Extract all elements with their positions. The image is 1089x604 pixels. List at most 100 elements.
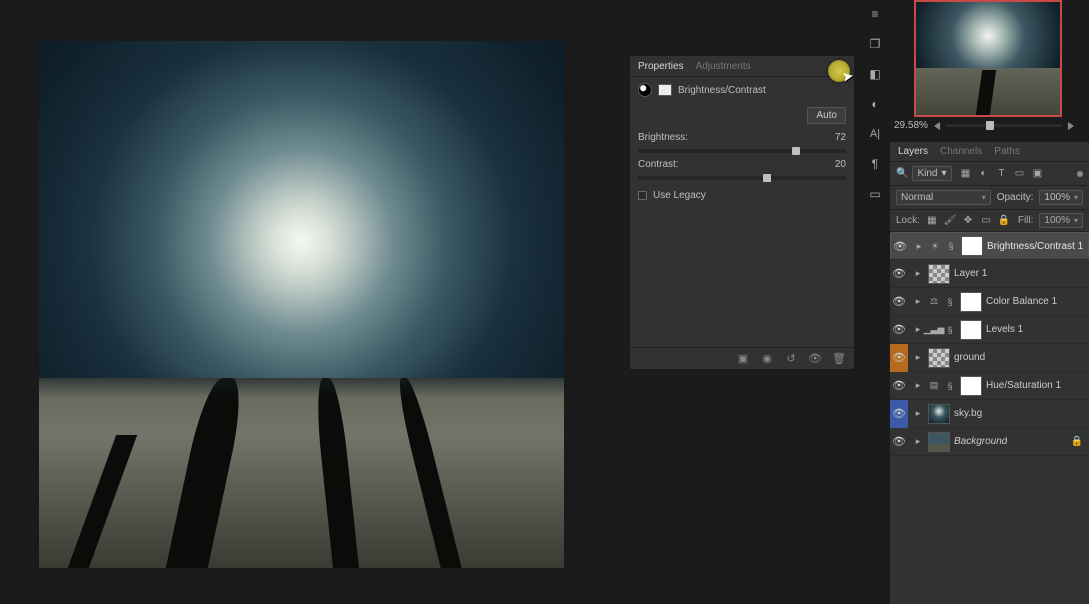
layer-name[interactable]: Layer 1 <box>954 268 987 279</box>
layer-thumbnail[interactable] <box>928 432 950 452</box>
zoom-out-icon[interactable] <box>934 122 940 130</box>
contrast-value[interactable]: 20 <box>835 159 846 170</box>
tab-adjustments[interactable]: Adjustments <box>696 61 751 72</box>
clip-to-layer-icon[interactable]: ▣ <box>736 352 750 366</box>
layer-name[interactable]: sky.bg <box>954 408 982 419</box>
expand-icon[interactable]: ▸ <box>912 352 924 364</box>
character-icon[interactable]: A| <box>867 126 883 142</box>
tab-properties[interactable]: Properties <box>638 61 684 72</box>
filter-kind-select[interactable]: Kind ▾ <box>912 166 951 181</box>
filter-pixel-icon[interactable]: ▦ <box>960 168 972 180</box>
fill-select[interactable]: 100% ▾ <box>1039 213 1083 228</box>
opacity-select[interactable]: 100% ▾ <box>1039 190 1083 205</box>
lock-transparency-icon[interactable]: ▦ <box>926 215 938 227</box>
layer-mask-thumb[interactable] <box>960 292 982 312</box>
link-icon[interactable]: § <box>944 324 956 336</box>
lock-label: Lock: <box>896 215 920 226</box>
link-icon[interactable]: § <box>944 296 956 308</box>
delete-adjustment-icon[interactable]: 🗑 <box>832 352 846 366</box>
reset-icon[interactable]: ↺ <box>784 352 798 366</box>
layer-name[interactable]: Background <box>954 436 1007 447</box>
visibility-eye-icon[interactable]: 👁 <box>892 323 906 336</box>
zoom-slider-thumb[interactable] <box>986 121 994 130</box>
libraries-icon[interactable]: ◧ <box>867 66 883 82</box>
layer-mask-thumb[interactable] <box>961 236 983 256</box>
layer-row[interactable]: 👁▸⚖§Color Balance 1 <box>890 288 1089 316</box>
filter-kind-label: Kind <box>917 168 937 179</box>
visibility-eye-icon[interactable]: 👁 <box>893 240 907 253</box>
fill-label: Fill: <box>1018 215 1034 226</box>
expand-icon[interactable]: ▸ <box>912 408 924 420</box>
visibility-eye-icon[interactable]: 👁 <box>892 407 906 420</box>
swatches-icon[interactable]: ◐ <box>867 96 883 112</box>
layer-thumbnail[interactable] <box>928 264 950 284</box>
collapsed-panel-strip: ≡ ❐ ◧ ◐ A| ¶ ▭ <box>864 0 886 202</box>
expand-icon[interactable]: ▸ <box>912 380 924 392</box>
layer-name[interactable]: Color Balance 1 <box>986 296 1057 307</box>
filter-smart-icon[interactable]: ▣ <box>1032 168 1044 180</box>
filter-toggle-icon[interactable] <box>1077 171 1083 177</box>
navigator-preview[interactable] <box>914 0 1062 117</box>
use-legacy-checkbox[interactable] <box>638 191 647 200</box>
layer-row[interactable]: 👁 ▸ sky.bg <box>890 400 1089 428</box>
layer-thumbnail[interactable] <box>928 348 950 368</box>
lock-artboard-icon[interactable]: ▭ <box>980 215 992 227</box>
zoom-slider[interactable] <box>946 124 1062 127</box>
layer-row[interactable]: 👁 ▸ ▁▃▅ § Levels 1 <box>890 316 1089 344</box>
layer-row[interactable]: 👁 ▸ Layer 1 <box>890 260 1089 288</box>
layer-row[interactable]: 👁▸Background🔒 <box>890 428 1089 456</box>
adjustment-type-icon: ▁▃▅ <box>928 324 940 336</box>
filter-type-icon[interactable]: T <box>996 168 1008 180</box>
layer-mask-thumb[interactable] <box>658 84 672 96</box>
document-canvas[interactable] <box>39 41 564 568</box>
contrast-slider[interactable] <box>638 176 846 180</box>
visibility-eye-icon[interactable]: 👁 <box>892 267 906 280</box>
view-previous-icon[interactable]: ◉ <box>760 352 774 366</box>
blend-mode-select[interactable]: Normal ▾ <box>896 190 991 205</box>
expand-icon[interactable]: ▸ <box>912 268 924 280</box>
expand-icon[interactable]: ▸ <box>912 296 924 308</box>
tab-layers[interactable]: Layers <box>898 146 928 157</box>
filter-shape-icon[interactable]: ▭ <box>1014 168 1026 180</box>
layer-row[interactable]: 👁▸▤§Hue/Saturation 1 <box>890 372 1089 400</box>
lock-pixels-icon[interactable]: 🖌 <box>944 215 956 227</box>
link-icon[interactable]: § <box>944 380 956 392</box>
layer-name[interactable]: ground <box>954 352 985 363</box>
tab-paths[interactable]: Paths <box>994 146 1020 157</box>
contrast-slider-thumb[interactable] <box>763 174 771 182</box>
lock-all-icon[interactable]: 🔒 <box>998 215 1010 227</box>
expand-icon[interactable]: ▸ <box>912 436 924 448</box>
auto-button[interactable]: Auto <box>807 107 846 124</box>
brightness-slider[interactable] <box>638 149 846 153</box>
layer-name[interactable]: Levels 1 <box>986 324 1023 335</box>
cursor-arrow-icon: ➤ <box>841 67 856 86</box>
layer-name[interactable]: Hue/Saturation 1 <box>986 380 1061 391</box>
paragraph-icon[interactable]: ¶ <box>867 156 883 172</box>
zoom-in-icon[interactable] <box>1068 122 1074 130</box>
adjustments-icon[interactable]: ≡ <box>867 6 883 22</box>
layer-row[interactable]: 👁▸☀§Brightness/Contrast 1 <box>890 232 1089 260</box>
expand-icon[interactable]: ▸ <box>913 240 925 252</box>
toggle-visibility-icon[interactable]: 👁 <box>808 352 822 366</box>
layer-row[interactable]: 👁 ▸ ground <box>890 344 1089 372</box>
layer-thumbnail[interactable] <box>928 404 950 424</box>
link-icon[interactable]: § <box>945 240 957 252</box>
layer-mask-thumb[interactable] <box>960 320 982 340</box>
brightness-value[interactable]: 72 <box>835 132 846 143</box>
expand-icon[interactable]: ▸ <box>912 324 924 336</box>
visibility-eye-icon[interactable]: 👁 <box>892 435 906 448</box>
3d-icon[interactable]: ❐ <box>867 36 883 52</box>
visibility-eye-icon[interactable]: 👁 <box>892 351 906 364</box>
lock-position-icon[interactable]: ✥ <box>962 215 974 227</box>
layer-name[interactable]: Brightness/Contrast 1 <box>987 241 1083 252</box>
layer-list: 👁▸☀§Brightness/Contrast 1👁▸Layer 1👁▸⚖§Co… <box>890 232 1089 604</box>
zoom-percent[interactable]: 29.58% <box>894 120 928 131</box>
visibility-eye-icon[interactable]: 👁 <box>892 379 906 392</box>
more-icon[interactable]: ▭ <box>867 186 883 202</box>
filter-adjustment-icon[interactable]: ◐ <box>978 168 990 180</box>
visibility-eye-icon[interactable]: 👁 <box>892 295 906 308</box>
tab-channels[interactable]: Channels <box>940 146 982 157</box>
brightness-slider-thumb[interactable] <box>792 147 800 155</box>
brightness-label: Brightness: <box>638 132 688 143</box>
layer-mask-thumb[interactable] <box>960 376 982 396</box>
